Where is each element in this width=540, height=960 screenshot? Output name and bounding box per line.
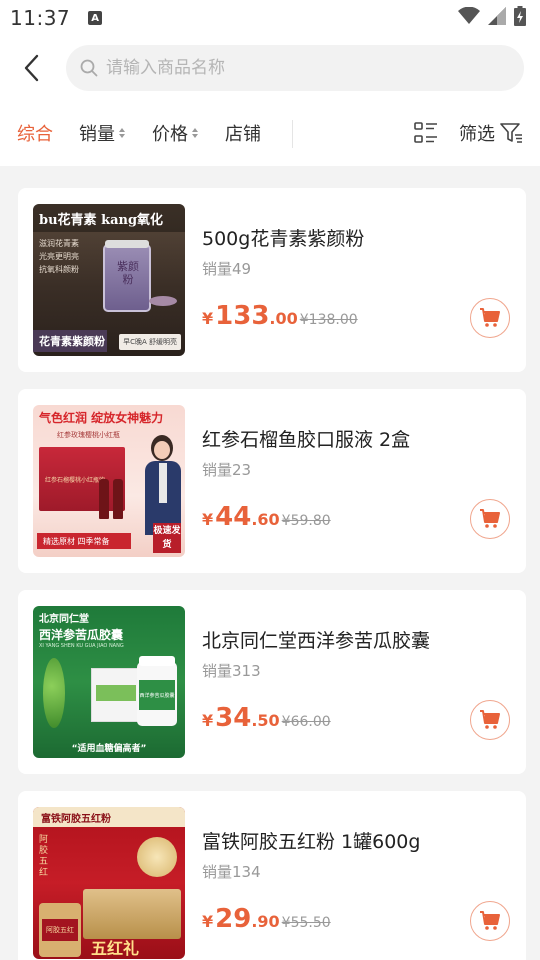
image-banner: 气色红润 绽放女神魅力: [39, 411, 164, 425]
product-image: 富铁阿胶五红粉 阿胶五红 阿胶五红 五红礼: [33, 807, 185, 959]
product-sales: 销量313: [202, 662, 261, 680]
product-jar: 阿胶五红: [39, 903, 81, 957]
product-name: 富铁阿胶五红粉 1罐600g: [202, 831, 421, 853]
product-bottle: [99, 479, 109, 519]
filter-screen[interactable]: 筛选: [459, 100, 523, 166]
status-bar: 11:37 A: [0, 0, 540, 36]
product-sales: 销量134: [202, 863, 261, 881]
powder-dish: [149, 296, 177, 306]
header: [0, 36, 540, 100]
product-name: 北京同仁堂西洋参苦瓜胶囊: [202, 630, 431, 652]
cart-icon: [480, 911, 500, 930]
image-label: 花青素紫颜粉: [33, 330, 107, 352]
image-bullets: 滋润花青素 光亮更明亮 抗氧科颜粉: [39, 239, 79, 274]
signal-icon: [488, 7, 506, 29]
product-sales: 销量23: [202, 461, 252, 479]
layout-toggle-button[interactable]: [414, 100, 438, 166]
back-button[interactable]: [8, 44, 56, 92]
image-banner: 富铁阿胶五红粉: [33, 807, 185, 827]
cart-icon: [480, 308, 500, 327]
filter-comprehensive[interactable]: 综合: [17, 100, 53, 166]
product-price: ¥ 133 .00 ¥138.00: [202, 301, 358, 331]
product-bottle: 西洋参苦瓜胶囊: [137, 656, 177, 726]
image-label: “适用血糖偏高者”: [71, 744, 147, 754]
image-tag: 早C晚A 舒缓明亮: [119, 334, 181, 350]
product-name: 红参石榴鱼胶口服液 2盒: [202, 429, 411, 451]
product-price: ¥ 29 .90 ¥55.50: [202, 904, 331, 934]
search-box[interactable]: [66, 45, 524, 91]
image-tag: 极速发货: [153, 523, 181, 553]
product-list: bu花青素 kang氧化 滋润花青素 光亮更明亮 抗氧科颜粉 紫颜粉 花青素紫颜…: [18, 188, 526, 960]
product-bottle: [113, 479, 123, 519]
chevron-left-icon: [24, 54, 39, 82]
product-card[interactable]: bu花青素 kang氧化 滋润花青素 光亮更明亮 抗氧科颜粉 紫颜粉 花青素紫颜…: [18, 188, 526, 372]
filter-screen-label: 筛选: [459, 124, 495, 145]
product-sales: 销量49: [202, 260, 252, 278]
original-price: ¥66.00: [281, 714, 331, 730]
product-box: [91, 668, 141, 722]
add-to-cart-button[interactable]: [470, 700, 510, 740]
image-side-tag: 阿胶五红: [39, 835, 49, 878]
cart-icon: [480, 509, 500, 528]
original-price: ¥59.80: [281, 513, 331, 529]
filter-price[interactable]: 价格: [152, 100, 198, 166]
bitter-melon-image: [43, 658, 65, 728]
product-name: 500g花青素紫颜粉: [202, 228, 365, 250]
product-image: bu花青素 kang氧化 滋润花青素 光亮更明亮 抗氧科颜粉 紫颜粉 花青素紫颜…: [33, 204, 185, 356]
original-price: ¥55.50: [281, 915, 331, 931]
filter-divider: [292, 120, 293, 148]
product-price: ¥ 44 .60 ¥59.80: [202, 502, 331, 532]
product-card[interactable]: 北京同仁堂 西洋参苦瓜胶囊 XI YANG SHEN KU GUA JIAO N…: [18, 590, 526, 774]
filter-sales[interactable]: 销量: [79, 100, 125, 166]
add-to-cart-button[interactable]: [470, 499, 510, 539]
product-price: ¥ 34 .50 ¥66.00: [202, 703, 331, 733]
funnel-icon: [500, 123, 522, 143]
image-brand: 北京同仁堂: [39, 614, 89, 625]
add-to-cart-button[interactable]: [470, 298, 510, 338]
product-card[interactable]: 富铁阿胶五红粉 阿胶五红 阿胶五红 五红礼 富铁阿胶五红粉 1罐600g 销量1…: [18, 791, 526, 960]
cart-icon: [480, 710, 500, 729]
product-image: 北京同仁堂 西洋参苦瓜胶囊 XI YANG SHEN KU GUA JIAO N…: [33, 606, 185, 758]
list-layout-icon: [414, 122, 437, 143]
status-time: 11:37: [10, 6, 71, 30]
product-card[interactable]: 气色红润 绽放女神魅力 红参玫瑰樱桃小红瓶 红参石榴樱桃小红瓶饮 精选原材 四季…: [18, 389, 526, 573]
product-image: 气色红润 绽放女神魅力 红参玫瑰樱桃小红瓶 红参石榴樱桃小红瓶饮 精选原材 四季…: [33, 405, 185, 557]
image-banner: bu花青素 kang氧化: [33, 204, 185, 232]
medal-image: [137, 837, 177, 877]
product-jar: 紫颜粉: [103, 240, 151, 312]
notification-icon: A: [88, 11, 103, 25]
original-price: ¥138.00: [299, 312, 358, 328]
image-label: 精选原材 四季常备: [37, 533, 131, 549]
sort-icon: [192, 128, 198, 138]
image-pinyin: XI YANG SHEN KU GUA JIAO NANG: [39, 643, 124, 649]
filter-store[interactable]: 店铺: [225, 100, 261, 166]
wifi-icon: [458, 6, 480, 29]
filter-comprehensive-label: 综合: [17, 124, 53, 145]
search-icon: [80, 59, 98, 77]
image-gift-text: 五红礼: [91, 939, 140, 958]
sort-icon: [119, 128, 125, 138]
filter-price-label: 价格: [152, 124, 188, 145]
filter-store-label: 店铺: [225, 124, 261, 145]
search-input[interactable]: [106, 58, 486, 78]
filter-sales-label: 销量: [79, 124, 115, 145]
filter-bar: 综合 销量 价格 店铺 筛选: [0, 100, 540, 166]
model-figure: [143, 435, 183, 535]
image-title: 西洋参苦瓜胶囊: [39, 628, 124, 642]
add-to-cart-button[interactable]: [470, 901, 510, 941]
image-subbanner: 红参玫瑰樱桃小红瓶: [57, 431, 120, 439]
battery-icon: [514, 6, 526, 30]
gift-box: [83, 889, 181, 939]
